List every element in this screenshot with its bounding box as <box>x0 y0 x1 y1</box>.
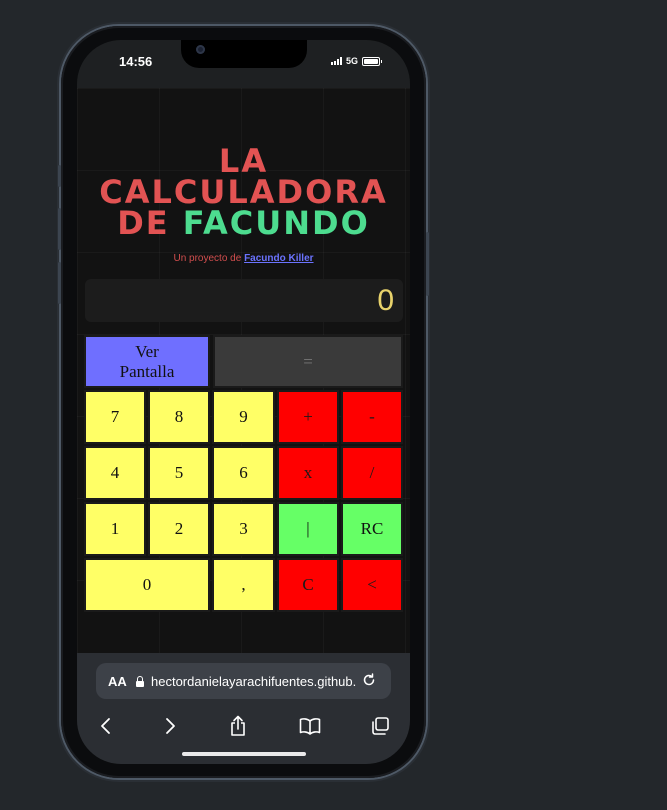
key-2[interactable]: 2 <box>148 502 210 556</box>
key-5[interactable]: 5 <box>148 446 210 500</box>
phone-screen: 14:56 5G LA CALCULADORA DE FACUNDO Un pr… <box>77 40 410 764</box>
author-link[interactable]: Facundo Killer <box>244 253 313 264</box>
key-4[interactable]: 4 <box>84 446 146 500</box>
lock-icon <box>134 675 146 687</box>
silent-switch <box>58 165 61 187</box>
key-minus[interactable]: - <box>341 390 403 444</box>
calculator-page: LA CALCULADORA DE FACUNDO Un proyecto de… <box>77 88 410 653</box>
status-time: 14:56 <box>119 54 153 69</box>
reload-icon[interactable] <box>361 672 377 691</box>
key-6[interactable]: 6 <box>212 446 275 500</box>
network-label: 5G <box>345 56 358 66</box>
key-9[interactable]: 9 <box>212 390 275 444</box>
key-rc[interactable]: RC <box>341 502 403 556</box>
subtitle: Un proyecto de Facundo Killer <box>77 253 410 264</box>
key-divide[interactable]: / <box>341 446 403 500</box>
status-bar: 14:56 5G <box>77 40 410 88</box>
page-title: LA CALCULADORA DE FACUNDO <box>77 145 410 239</box>
volume-down-button <box>58 262 61 304</box>
address-bar[interactable]: AA hectordanielayarachifuentes.github.io <box>96 663 391 699</box>
battery-icon <box>362 56 382 66</box>
browser-bottom-bar: AA hectordanielayarachifuentes.github.io <box>77 653 410 764</box>
forward-icon[interactable] <box>157 713 183 739</box>
volume-up-button <box>58 208 61 250</box>
key-3[interactable]: 3 <box>212 502 275 556</box>
calculator-display: 0 <box>85 279 403 322</box>
key-backspace[interactable]: < <box>341 558 403 612</box>
camera-icon <box>196 45 205 54</box>
title-de: DE <box>117 204 170 242</box>
notch <box>181 40 307 68</box>
subtitle-prefix: Un proyecto de <box>173 253 242 264</box>
bookmarks-icon[interactable] <box>297 713 323 739</box>
title-line-3: DE FACUNDO <box>77 207 410 239</box>
back-icon[interactable] <box>93 713 119 739</box>
view-screen-button[interactable]: Ver Pantalla <box>84 335 210 388</box>
tabs-icon[interactable] <box>367 713 393 739</box>
key-root[interactable]: | <box>277 502 339 556</box>
title-facundo: FACUNDO <box>182 204 370 242</box>
display-value: 0 <box>377 284 394 317</box>
power-button <box>426 232 429 296</box>
reader-options-button[interactable]: AA <box>108 674 132 689</box>
key-clear[interactable]: C <box>277 558 339 612</box>
key-1[interactable]: 1 <box>84 502 146 556</box>
key-plus[interactable]: + <box>277 390 339 444</box>
signal-icon <box>330 57 342 65</box>
key-comma[interactable]: , <box>212 558 275 612</box>
key-7[interactable]: 7 <box>84 390 146 444</box>
browser-toolbar <box>77 711 410 741</box>
key-0[interactable]: 0 <box>84 558 210 612</box>
key-8[interactable]: 8 <box>148 390 210 444</box>
key-multiply[interactable]: x <box>277 446 339 500</box>
equals-button[interactable]: = <box>213 335 403 388</box>
url-text[interactable]: hectordanielayarachifuentes.github.io <box>151 674 357 689</box>
share-icon[interactable] <box>225 713 251 739</box>
home-indicator <box>182 752 306 756</box>
status-icons: 5G <box>330 56 382 66</box>
